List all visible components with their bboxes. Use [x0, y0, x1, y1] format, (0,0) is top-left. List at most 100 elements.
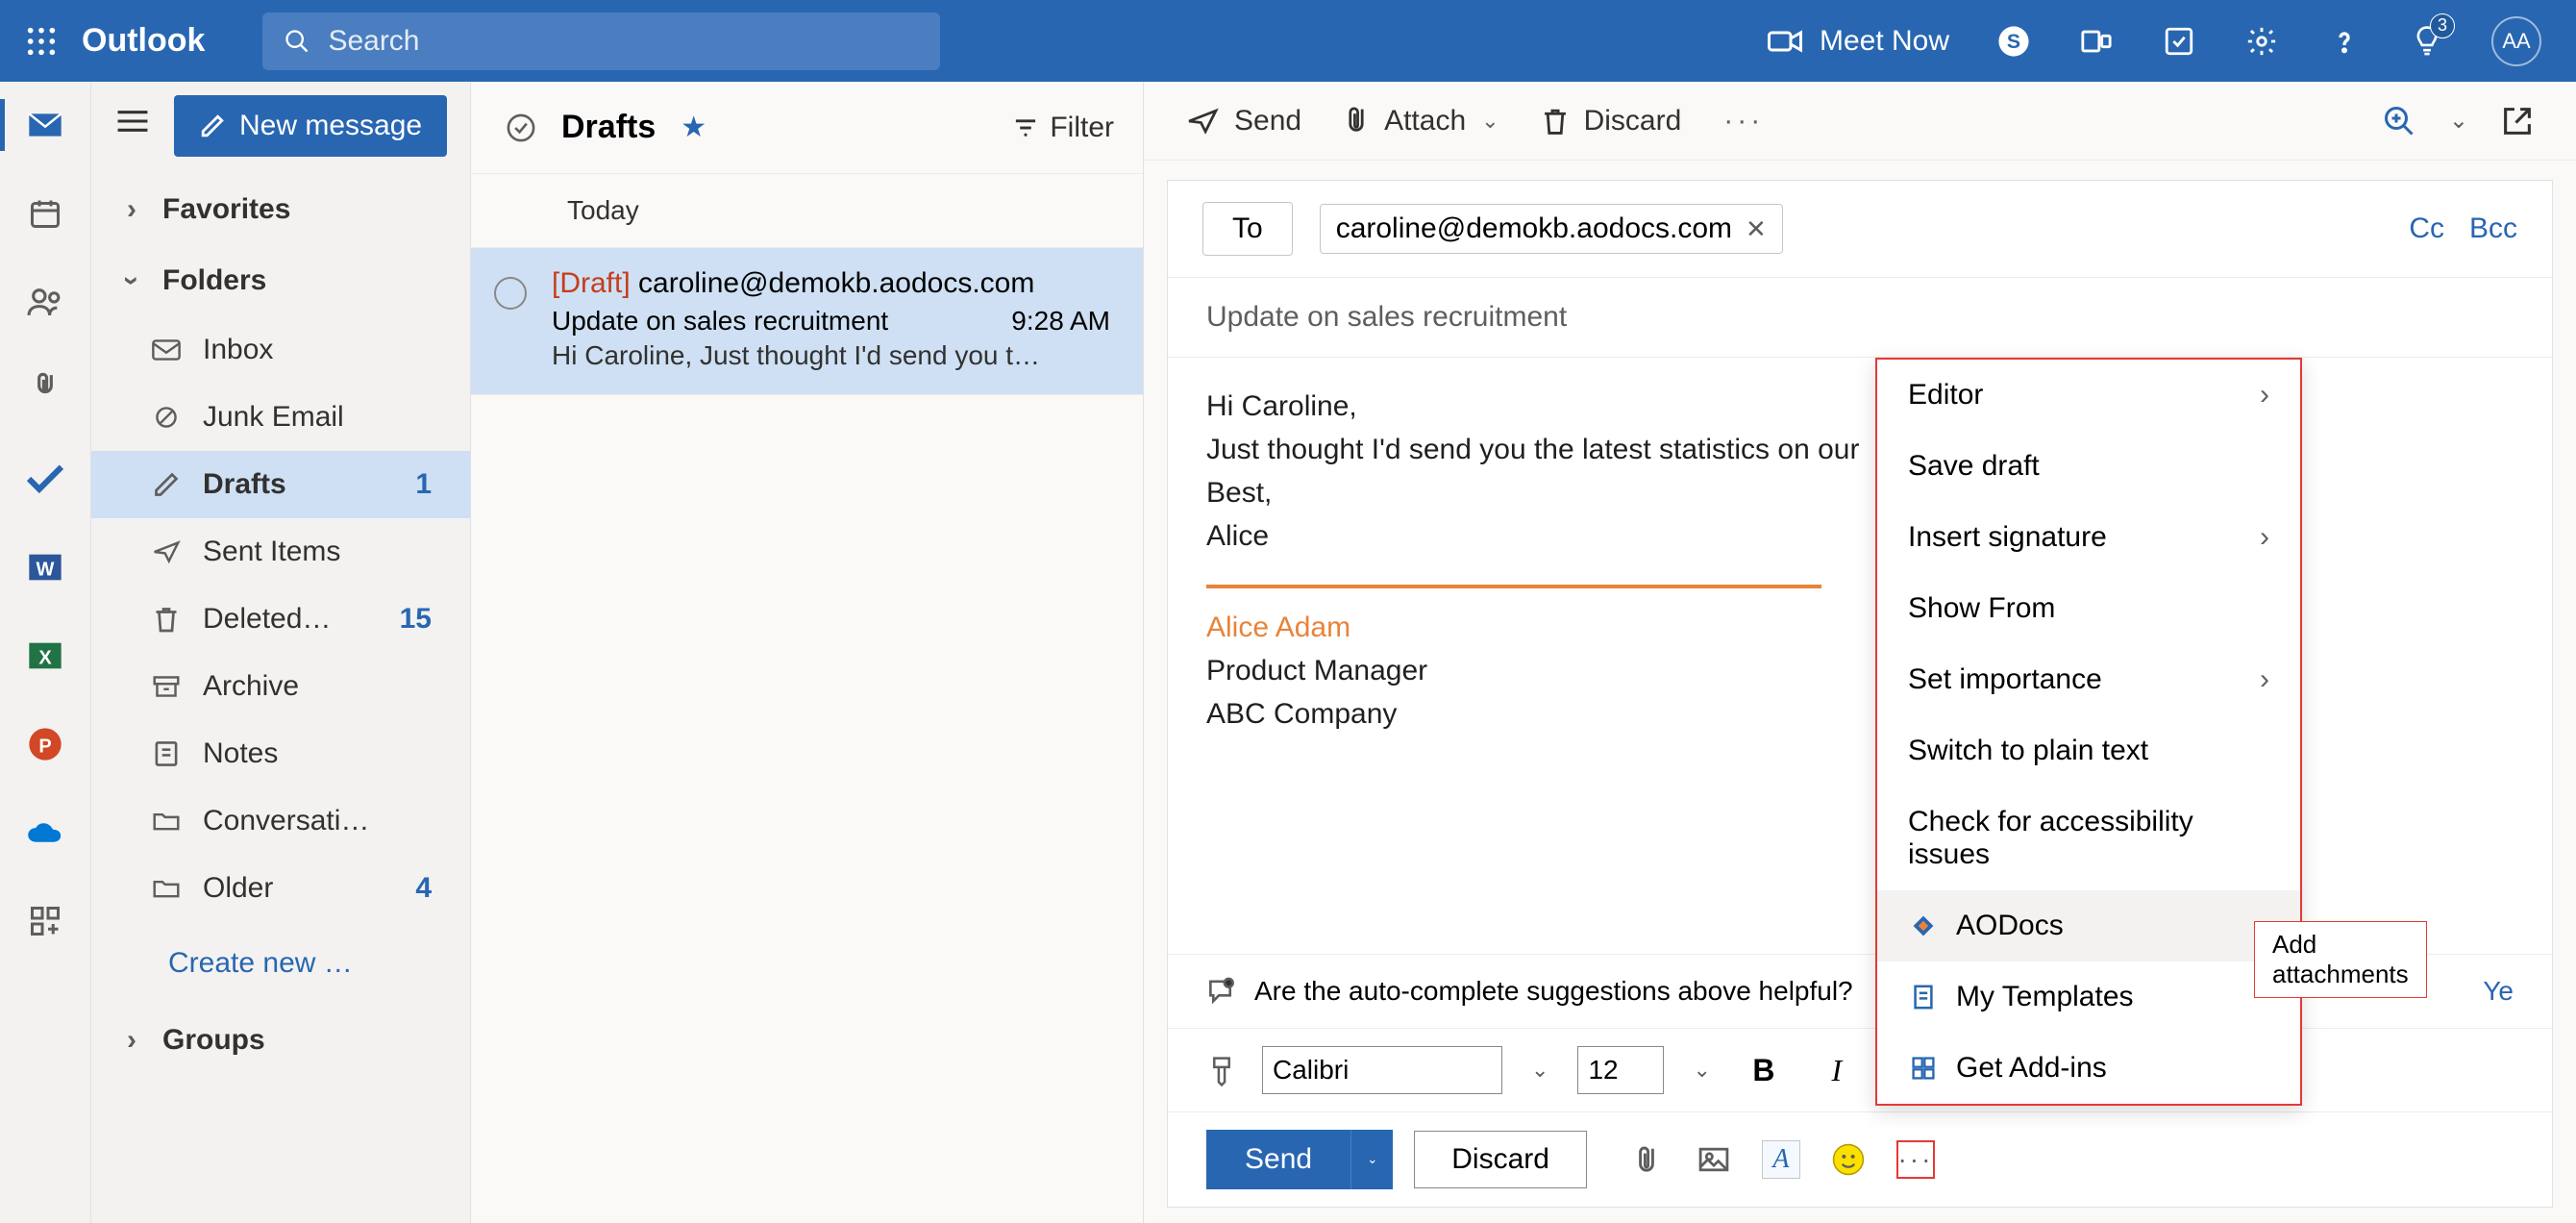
italic-button[interactable]: I [1813, 1046, 1861, 1094]
body-line: Best, [1206, 471, 2514, 514]
menu-show-from[interactable]: Show From [1877, 573, 2300, 644]
select-checkbox[interactable] [494, 267, 527, 371]
menu-editor[interactable]: Editor› [1877, 360, 2300, 431]
folder-inbox[interactable]: Inbox [91, 316, 470, 384]
skype-icon[interactable]: S [1995, 23, 2032, 60]
select-all-icon[interactable] [506, 112, 536, 143]
more-actions-button[interactable]: ··· [1896, 1140, 1935, 1179]
menu-set-importance[interactable]: Set importance› [1877, 644, 2300, 715]
addins-icon [1908, 1053, 1939, 1084]
folder-archive[interactable]: Archive [91, 653, 470, 720]
feedback-text: Are the auto-complete suggestions above … [1254, 976, 1853, 1007]
filter-button[interactable]: Filter [1013, 112, 1114, 144]
menu-plain-text[interactable]: Switch to plain text [1877, 715, 2300, 786]
create-new-folder[interactable]: Create new … [91, 922, 470, 1005]
rail-excel-icon[interactable]: X [25, 636, 65, 676]
msg-preview: Hi Caroline, Just thought I'd send you t… [552, 340, 1110, 371]
favorite-star-icon[interactable]: ★ [681, 111, 706, 144]
left-rail: W X P [0, 82, 91, 1223]
folder-label: Junk Email [203, 401, 344, 434]
popout-icon[interactable] [2501, 105, 2534, 137]
account-avatar[interactable]: AA [2491, 16, 2541, 66]
send-button[interactable]: Send [1206, 1130, 1350, 1189]
recipient-chip[interactable]: caroline@demokb.aodocs.com ✕ [1320, 204, 1783, 254]
menu-aodocs[interactable]: AODocs [1877, 890, 2300, 961]
folder-conversation-history[interactable]: Conversati… [91, 787, 470, 855]
menu-accessibility[interactable]: Check for accessibility issues [1877, 786, 2300, 890]
discard-button-top[interactable]: Discard [1542, 105, 1682, 137]
folder-sent[interactable]: Sent Items [91, 518, 470, 586]
zoom-icon[interactable] [2382, 104, 2416, 138]
folder-junk[interactable]: Junk Email [91, 384, 470, 451]
message-list-item[interactable]: [Draft] caroline@demokb.aodocs.com Updat… [471, 248, 1143, 395]
meet-now-button[interactable]: Meet Now [1768, 25, 1949, 58]
rail-calendar-icon[interactable] [25, 193, 65, 234]
bcc-button[interactable]: Bcc [2469, 212, 2517, 245]
rail-files-icon[interactable] [25, 370, 65, 411]
send-options-button[interactable]: ⌄ [1350, 1130, 1393, 1189]
message-list: Drafts ★ Filter Today [Draft] caroline@d… [471, 82, 1144, 1223]
more-actions-menu: Editor› Save draft Insert signature› Sho… [1875, 358, 2302, 1106]
templates-icon [1908, 982, 1939, 1012]
folder-older[interactable]: Older 4 [91, 855, 470, 922]
folder-notes[interactable]: Notes [91, 720, 470, 787]
chevron-down-icon[interactable]: ⌄ [2449, 107, 2468, 135]
app-launcher-icon[interactable] [0, 25, 82, 58]
sent-icon [151, 537, 182, 567]
font-color-icon[interactable]: A [1762, 1140, 1800, 1179]
new-message-button[interactable]: New message [174, 95, 447, 157]
rail-more-apps-icon[interactable] [25, 901, 65, 941]
format-painter-icon[interactable] [1206, 1054, 1237, 1086]
top-bar: Outlook Meet Now S 3 AA [0, 0, 2576, 82]
menu-insert-signature[interactable]: Insert signature› [1877, 502, 2300, 573]
to-button[interactable]: To [1202, 202, 1293, 256]
folder-count: 4 [415, 872, 441, 905]
help-icon[interactable] [2326, 23, 2363, 60]
menu-save-draft[interactable]: Save draft [1877, 431, 2300, 502]
folder-drafts[interactable]: Drafts 1 [91, 451, 470, 518]
favorites-section[interactable]: › Favorites [91, 174, 470, 245]
send-label: Send [1234, 105, 1301, 137]
rail-todo-icon[interactable] [25, 459, 65, 499]
chevron-down-icon[interactable]: ⌄ [1527, 1058, 1552, 1083]
settings-icon[interactable] [2243, 23, 2280, 60]
search-box[interactable] [262, 12, 940, 70]
discard-button[interactable]: Discard [1414, 1131, 1587, 1188]
folder-label: Deleted… [203, 603, 331, 636]
menu-get-addins[interactable]: Get Add-ins [1877, 1033, 2300, 1104]
bold-button[interactable]: B [1740, 1046, 1788, 1094]
send-button-top[interactable]: Send [1186, 105, 1301, 137]
hamburger-icon[interactable] [116, 108, 153, 144]
groups-section[interactable]: › Groups [91, 1005, 470, 1076]
emoji-icon[interactable] [1829, 1140, 1868, 1179]
remove-recipient-icon[interactable]: ✕ [1746, 214, 1767, 244]
menu-my-templates[interactable]: My Templates [1877, 961, 2300, 1033]
rail-people-icon[interactable] [25, 282, 65, 322]
rail-word-icon[interactable]: W [25, 547, 65, 587]
chevron-right-icon: › [120, 1024, 143, 1057]
attach-button[interactable]: Attach ⌄ [1344, 105, 1499, 137]
new-message-label: New message [239, 110, 422, 142]
more-options-icon[interactable]: ··· [1723, 105, 1764, 137]
subject-input[interactable]: Update on sales recruitment [1168, 278, 2552, 358]
rail-onedrive-icon[interactable] [25, 812, 65, 853]
folder-count: 15 [400, 603, 441, 636]
search-input[interactable] [328, 25, 919, 58]
inbox-icon [151, 335, 182, 365]
chevron-down-icon[interactable]: ⌄ [1689, 1058, 1714, 1083]
cc-button[interactable]: Cc [2409, 212, 2444, 245]
font-family-input[interactable] [1262, 1046, 1502, 1094]
message-body[interactable]: Hi Caroline, Just thought I'd send you t… [1168, 358, 2552, 954]
rail-mail-icon[interactable] [25, 105, 65, 145]
attach-icon[interactable] [1627, 1140, 1666, 1179]
folders-section[interactable]: › Folders [91, 245, 470, 316]
todo-icon[interactable] [2161, 23, 2197, 60]
svg-text:X: X [38, 647, 52, 668]
whats-new-icon[interactable]: 3 [2409, 23, 2445, 60]
rail-powerpoint-icon[interactable]: P [25, 724, 65, 764]
font-size-input[interactable] [1577, 1046, 1664, 1094]
feedback-yes[interactable]: Ye [2483, 976, 2514, 1007]
folder-deleted[interactable]: Deleted… 15 [91, 586, 470, 653]
insert-image-icon[interactable] [1695, 1140, 1733, 1179]
teams-icon[interactable] [2078, 23, 2115, 60]
